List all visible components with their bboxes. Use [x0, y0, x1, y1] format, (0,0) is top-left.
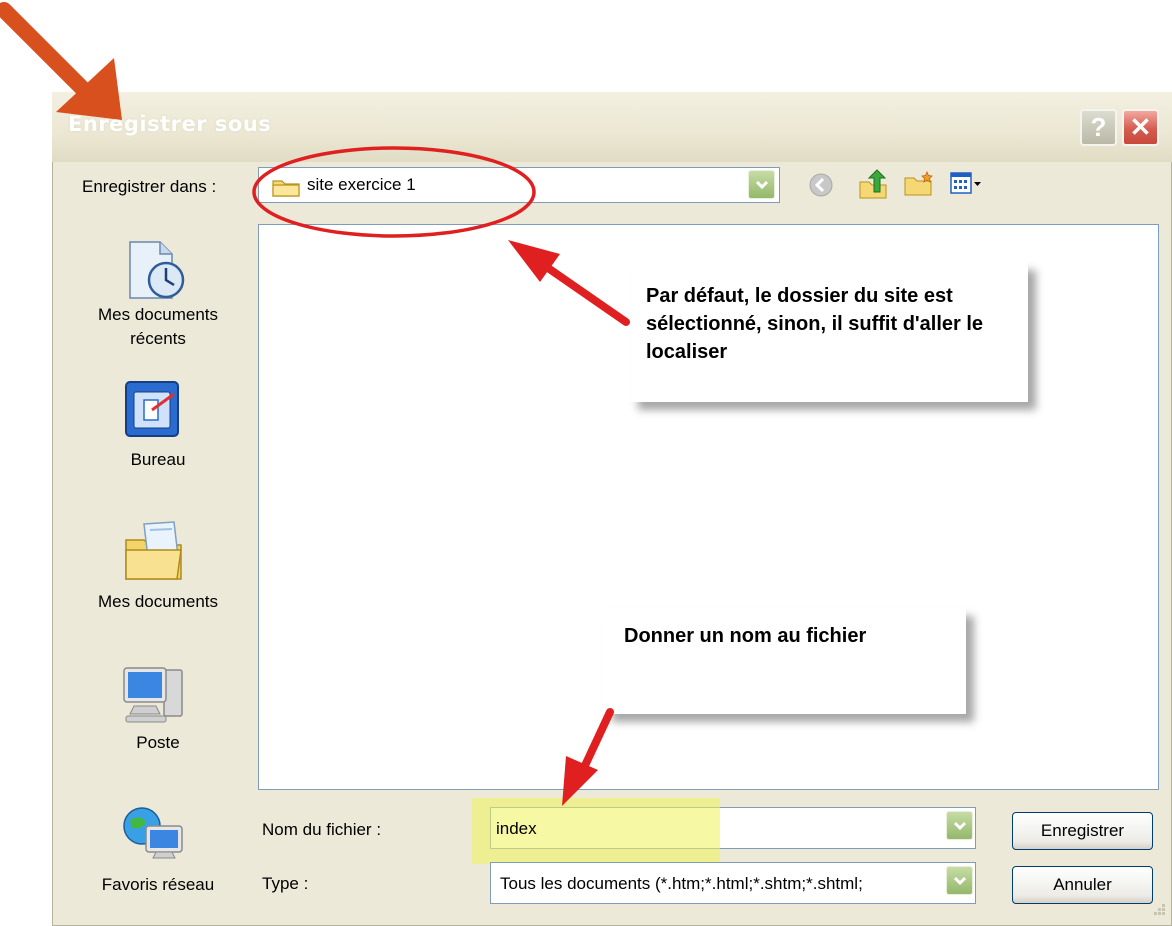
filename-value[interactable]: index — [496, 819, 537, 839]
annotation-filename-note: Donner un nom au fichier — [604, 608, 966, 714]
place-my-documents[interactable]: Mes documents — [72, 590, 244, 614]
new-folder-icon[interactable] — [903, 170, 935, 203]
place-desktop[interactable]: Bureau — [72, 448, 244, 472]
annotation-folder-note: Par défaut, le dossier du site est sélec… — [630, 262, 1028, 402]
place-recent-documents[interactable]: Mes documents récents — [72, 303, 244, 351]
resize-grip-icon[interactable] — [1150, 900, 1168, 923]
network-icon[interactable] — [122, 804, 186, 871]
save-in-label: Enregistrer dans : — [82, 177, 217, 196]
up-folder-icon[interactable] — [858, 168, 888, 205]
chevron-down-icon — [755, 180, 768, 189]
recent-documents-icon[interactable] — [124, 240, 188, 305]
type-label: Type : — [262, 874, 309, 893]
back-icon[interactable] — [808, 172, 834, 203]
filename-dropdown-button[interactable] — [946, 811, 973, 840]
chevron-down-icon — [953, 876, 966, 885]
view-menu-icon[interactable] — [949, 170, 983, 201]
computer-icon[interactable] — [122, 664, 186, 731]
save-button[interactable]: Enregistrer — [1012, 812, 1153, 850]
type-value[interactable]: Tous les documents (*.htm;*.html;*.shtm;… — [500, 874, 944, 894]
dialog-title: Enregistrer sous — [68, 112, 272, 136]
cancel-button[interactable]: Annuler — [1012, 866, 1153, 904]
chevron-down-icon — [953, 821, 966, 830]
save-in-value: site exercice 1 — [307, 175, 416, 194]
place-computer[interactable]: Poste — [72, 731, 244, 755]
help-button[interactable]: ? — [1080, 109, 1117, 146]
close-button[interactable]: ✕ — [1122, 109, 1159, 146]
folder-icon — [272, 177, 300, 202]
save-in-dropdown-button[interactable] — [748, 170, 775, 199]
my-documents-icon[interactable] — [122, 518, 186, 589]
type-dropdown-button[interactable] — [946, 866, 973, 895]
filename-label: Nom du fichier : — [262, 820, 382, 839]
desktop-icon[interactable] — [122, 380, 186, 445]
place-network[interactable]: Favoris réseau — [72, 873, 244, 897]
